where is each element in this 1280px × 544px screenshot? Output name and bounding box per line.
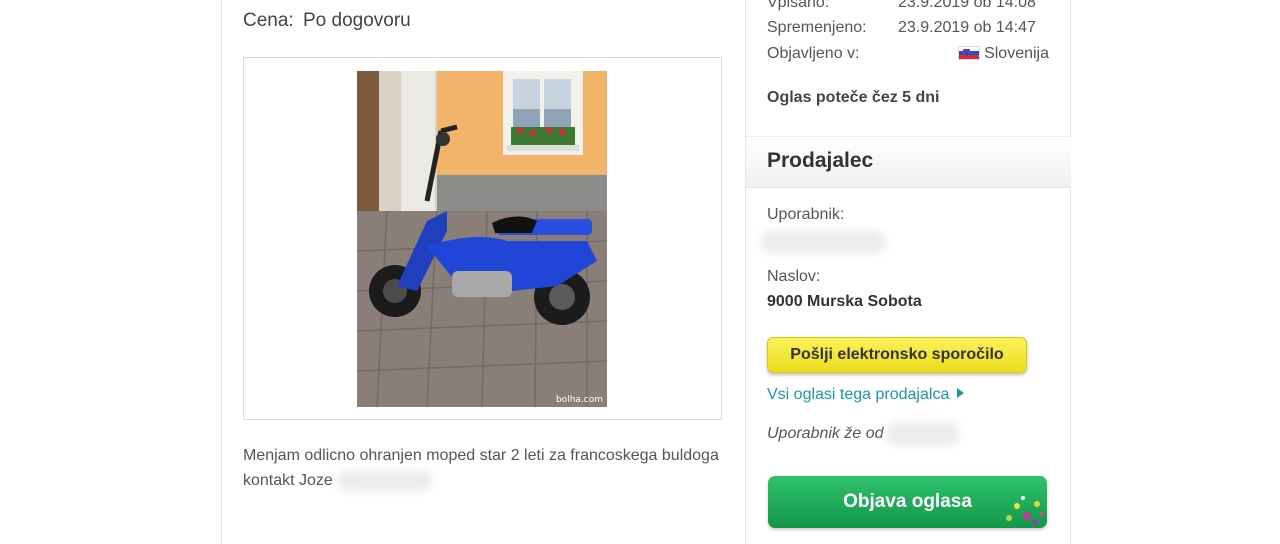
address-value: 9000 Murska Sobota <box>767 293 922 310</box>
post-ad-label: Objava oglasa <box>843 491 972 512</box>
member-since-label: Uporabnik že od <box>767 425 884 443</box>
published-label: Objavljeno v: <box>767 45 860 62</box>
seller-section-header: Prodajalec <box>746 136 1071 188</box>
post-ad-button[interactable]: Objava oglasa <box>768 476 1047 528</box>
price-value: Po dogovoru <box>302 10 411 31</box>
slovenia-flag-icon <box>958 46 981 60</box>
listing-description: Menjam odlicno ohranjen moped star 2 let… <box>243 443 723 493</box>
user-label: Uporabnik: <box>767 206 845 223</box>
photo-watermark: bolha.com <box>555 395 603 405</box>
triangle-right-icon <box>957 388 965 398</box>
moped-photo-image <box>357 71 607 407</box>
listing-photo-frame: bolha.com <box>243 57 722 420</box>
description-text: Menjam odlicno ohranjen moped star 2 let… <box>243 447 719 489</box>
published-row: Objavljeno v: Slovenija <box>767 45 1049 63</box>
listing-photo[interactable]: bolha.com <box>357 71 607 407</box>
confetti-decoration-icon <box>1006 496 1044 525</box>
entered-label: Vpisano: <box>767 0 830 11</box>
address-label: Naslov: <box>767 268 821 285</box>
price-label: Cena: <box>243 10 294 31</box>
all-seller-ads-label: Vsi oglasi tega prodajalca <box>767 386 950 403</box>
published-value: Slovenija <box>984 45 1049 62</box>
redacted-member-date <box>885 422 960 446</box>
entered-value: 23.9.2019 ob 14:08 <box>898 0 1036 11</box>
modified-value: 23.9.2019 ob 14:47 <box>898 19 1036 36</box>
redacted-contact <box>336 470 433 491</box>
listing-sidebar: Vpisano: 23.9.2019 ob 14:08 Spremenjeno:… <box>745 0 1071 544</box>
send-email-button[interactable]: Pošlji elektronsko sporočilo <box>767 337 1027 373</box>
expiry-notice: Oglas poteče čez 5 dni <box>767 89 940 106</box>
member-since: Uporabnik že od <box>767 422 960 446</box>
price-line: Cena: Po dogovoru <box>243 10 411 32</box>
modified-label: Spremenjeno: <box>767 19 867 36</box>
seller-heading: Prodajalec <box>767 149 874 172</box>
modified-row: Spremenjeno: 23.9.2019 ob 14:47 <box>767 19 1036 37</box>
all-seller-ads-link[interactable]: Vsi oglasi tega prodajalca <box>767 386 965 404</box>
published-location: Slovenija <box>958 45 1049 63</box>
entered-row: Vpisano: 23.9.2019 ob 14:08 <box>767 0 1036 12</box>
redacted-username <box>760 231 886 253</box>
